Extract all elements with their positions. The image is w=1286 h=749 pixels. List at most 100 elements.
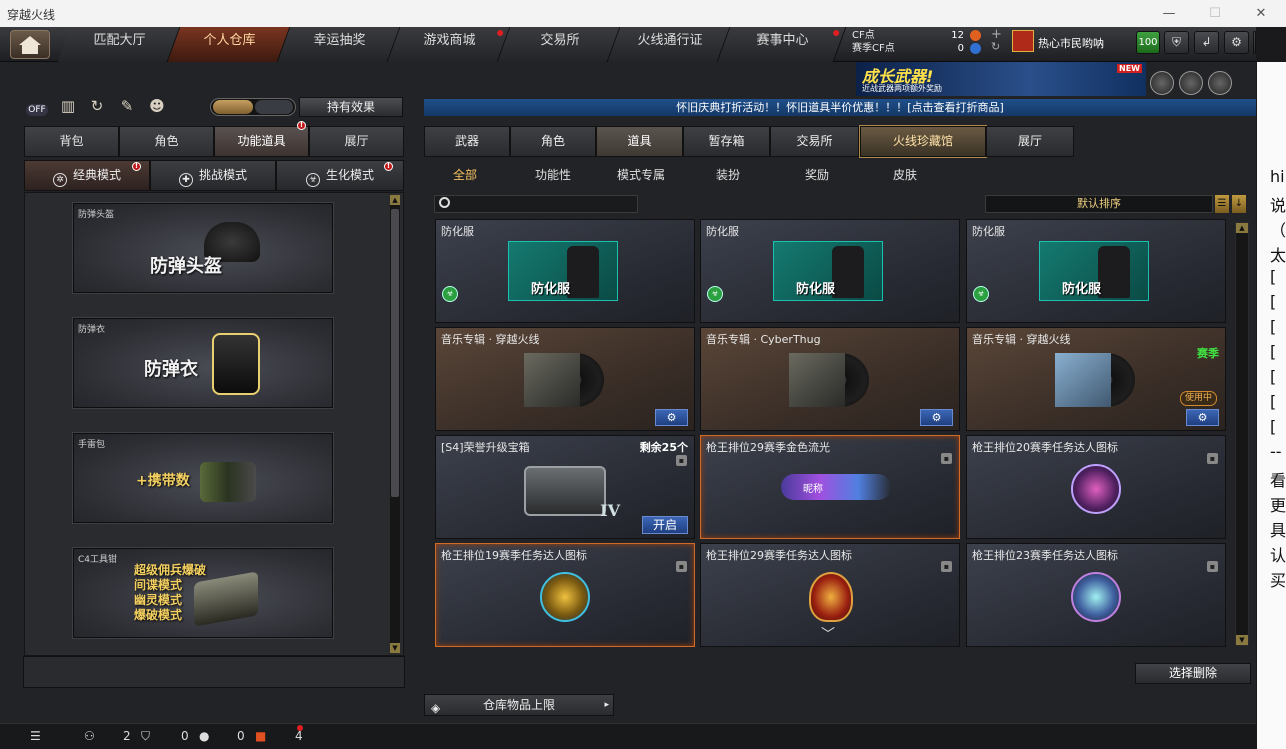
subtab-all[interactable]: 全部 — [453, 166, 477, 183]
item-card[interactable]: 枪王排位23赛季任务达人图标 ▪ — [966, 543, 1226, 647]
lock-icon[interactable]: ▪ — [941, 561, 952, 572]
subtab-rewards[interactable]: 奖励 — [805, 166, 829, 183]
grenade-bag-image — [200, 462, 256, 502]
item-card[interactable]: 枪王排位19赛季任务达人图标 ▪ — [435, 543, 695, 647]
medal-icon — [1071, 572, 1121, 622]
scroll-thumb[interactable] — [391, 209, 399, 497]
storage-capacity-button[interactable]: ◈ 仓库物品上限 ▸ — [424, 694, 614, 716]
item-card[interactable]: 防化服 防化服 ☣ — [435, 219, 695, 323]
maximize-button[interactable]: ☐ — [1192, 0, 1238, 27]
promo-notice[interactable]: 怀旧庆典打折活动！！怀旧道具半价优惠！！！[点击查看打折商品] — [424, 99, 1256, 116]
history-icon[interactable]: ↻ — [86, 97, 108, 119]
subtab-functional[interactable]: 功能性 — [535, 166, 571, 183]
power-icon[interactable] — [1253, 31, 1256, 54]
refresh-icon[interactable]: ↻ — [991, 40, 1000, 53]
left-tab-character[interactable]: 角色 — [119, 126, 214, 157]
settings-gear-icon[interactable]: ⚙ — [920, 409, 953, 426]
medal-icon — [809, 572, 853, 622]
menu-icon[interactable]: ☰ — [30, 729, 41, 743]
friends-icon[interactable]: ⚇ — [84, 729, 95, 743]
sort-order-icon[interactable]: ↓ — [1232, 195, 1246, 213]
right-tab-weapons[interactable]: 武器 — [424, 126, 510, 157]
off-toggle[interactable]: OFF — [26, 104, 48, 116]
item-card[interactable]: 枪王排位20赛季任务达人图标 ▪ — [966, 435, 1226, 539]
lock-icon[interactable]: ▪ — [676, 561, 687, 572]
left-tab-showroom[interactable]: 展厅 — [309, 126, 404, 157]
item-card[interactable]: 音乐专辑 · 穿越火线 ⚙ — [435, 327, 695, 431]
tab-event-center[interactable]: 赛事中心 — [717, 27, 847, 62]
mode-challenge[interactable]: ✚ 挑战模式 — [150, 160, 276, 191]
item-grid-scrollbar[interactable]: ▲ ▼ — [1235, 222, 1249, 646]
home-icon[interactable] — [10, 30, 50, 59]
item-card[interactable]: 防化服 防化服 ☣ — [700, 219, 960, 323]
right-tab-storage[interactable]: 暂存箱 — [683, 126, 770, 157]
item-card-c4-pliers[interactable]: C4工具钳 超级佣兵爆破 间谍模式 幽灵模式 爆破模式 — [72, 547, 334, 639]
filter-toggle[interactable] — [210, 98, 296, 116]
lock-icon[interactable]: ▪ — [1207, 561, 1218, 572]
gift-icon[interactable]: ■ — [255, 729, 266, 743]
sort-dropdown[interactable]: 默认排序 — [985, 195, 1213, 213]
item-card[interactable]: 枪王排位29赛季金色流光 ▪ 昵称 — [700, 435, 960, 539]
item-card[interactable]: 枪王排位29赛季任务达人图标 ▪ ﹀ — [700, 543, 960, 647]
search-input[interactable] — [434, 195, 638, 213]
chevron-down-icon[interactable]: ﹀ — [821, 624, 835, 644]
open-button[interactable]: 开启 — [642, 516, 688, 534]
close-button[interactable]: ✕ — [1238, 0, 1284, 27]
settings-gear-icon[interactable]: ⚙ — [655, 409, 688, 426]
weapon-icon[interactable] — [1208, 71, 1232, 95]
subtab-cosmetic[interactable]: 装扮 — [716, 166, 740, 183]
settings-gear-icon[interactable]: ⚙ — [1224, 31, 1249, 54]
mission-icon[interactable] — [1150, 71, 1174, 95]
list-view-icon[interactable]: ☰ — [1215, 195, 1229, 213]
tab-lucky-draw[interactable]: 幸运抽奖 — [277, 27, 401, 62]
chat-icon[interactable]: ● — [199, 729, 209, 743]
scroll-up-icon[interactable]: ▲ — [1236, 223, 1248, 233]
item-card[interactable]: 音乐专辑 · 穿越火线 赛季 使用中 ⚙ — [966, 327, 1226, 431]
tab-exchange[interactable]: 交易所 — [497, 27, 621, 62]
scroll-up-icon[interactable]: ▲ — [390, 195, 400, 205]
tab-match-lobby[interactable]: 匹配大厅 — [57, 27, 181, 62]
item-card[interactable]: [S4]荣誉升级宝箱 剩余25个 ▪ IV 开启 — [435, 435, 695, 539]
scroll-down-icon[interactable]: ▼ — [390, 643, 400, 653]
item-card[interactable]: 音乐专辑 · CyberThug ⚙ — [700, 327, 960, 431]
lock-icon[interactable]: ▪ — [1207, 453, 1218, 464]
right-tab-showroom[interactable]: 展厅 — [986, 126, 1074, 157]
promo-banner[interactable]: 成长武器! 近战武器两项额外奖励 NEW — [856, 62, 1146, 96]
left-scrollbar[interactable]: ▲ ▼ — [389, 194, 401, 654]
lock-icon[interactable]: ▪ — [676, 455, 687, 466]
subtab-skins[interactable]: 皮肤 — [893, 166, 917, 183]
right-tab-collection[interactable]: 火线珍藏馆 — [859, 125, 987, 158]
right-tab-exchange[interactable]: 交易所 — [770, 126, 859, 157]
remaining-count: 剩余25个 — [639, 441, 688, 454]
customize-icon[interactable]: ✎ — [116, 97, 138, 119]
vest-image — [212, 333, 260, 395]
shield-icon[interactable]: ⛨ — [1164, 31, 1189, 54]
item-card-vest[interactable]: 防弹衣 防弹衣 — [72, 317, 334, 409]
level-badge[interactable]: 100 — [1136, 31, 1160, 54]
tab-warehouse[interactable]: 个人仓库 — [167, 27, 291, 62]
minimize-button[interactable]: — — [1146, 0, 1192, 27]
left-tab-backpack[interactable]: 背包 — [24, 126, 119, 157]
tab-shop[interactable]: 游戏商城 — [387, 27, 511, 62]
ranking-icon[interactable]: ▥ — [57, 97, 79, 119]
item-card[interactable]: 防化服 防化服 ☣ — [966, 219, 1226, 323]
item-card-helmet[interactable]: 防弹头盔 防弹头盔 — [72, 202, 334, 294]
item-card-grenade-bag[interactable]: 手雷包 +携带数 — [72, 432, 334, 524]
item-grid: 防化服 防化服 ☣ 防化服 防化服 ☣ 防化服 防化服 ☣ 音乐专辑 · 穿越火… — [433, 217, 1230, 647]
hold-effect-button[interactable]: 持有效果 — [299, 97, 403, 117]
target-icon[interactable] — [1179, 71, 1203, 95]
pet-icon[interactable]: ☻ — [146, 97, 168, 119]
right-tab-characters[interactable]: 角色 — [510, 126, 596, 157]
scroll-down-icon[interactable]: ▼ — [1236, 635, 1248, 645]
settings-gear-icon[interactable]: ⚙ — [1186, 409, 1219, 426]
tab-battle-pass[interactable]: 火线通行证 — [607, 27, 731, 62]
treasure-chest-image: IV — [524, 466, 620, 520]
subtab-mode-exclusive[interactable]: 模式专属 — [617, 166, 665, 183]
right-tab-items[interactable]: 道具 — [596, 126, 683, 157]
clan-icon[interactable]: ⛉ — [141, 729, 150, 744]
left-tab-function-items[interactable]: 功能道具 — [214, 126, 309, 157]
medal-icon — [540, 572, 590, 622]
exit-room-icon[interactable]: ↲ — [1194, 31, 1219, 54]
lock-icon[interactable]: ▪ — [941, 453, 952, 464]
select-delete-button[interactable]: 选择删除 — [1135, 663, 1251, 684]
